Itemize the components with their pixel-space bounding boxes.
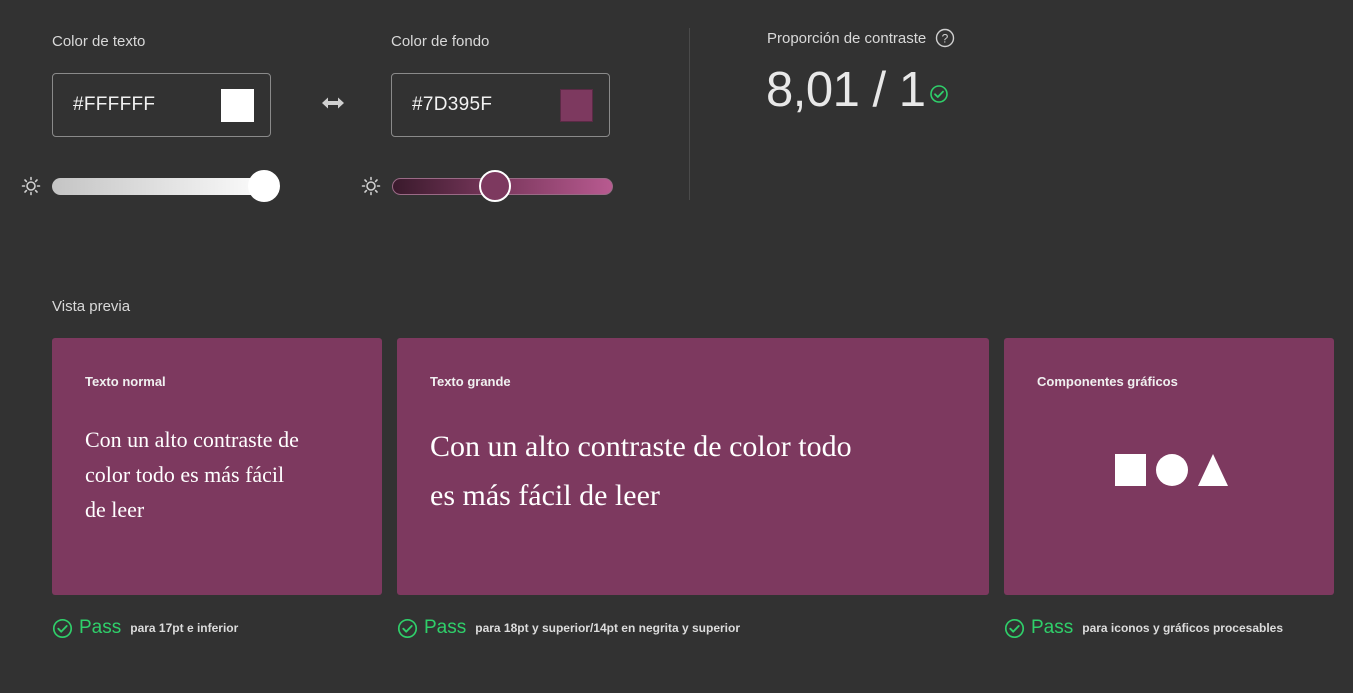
graphic-shapes	[1115, 454, 1228, 486]
pass-label: Pass	[424, 617, 467, 638]
pass-label: Pass	[1031, 617, 1074, 638]
svg-text:?: ?	[942, 32, 949, 46]
text-color-swatch[interactable]	[221, 89, 254, 122]
contrast-checker: Color de texto #FFFFFF Color de fondo #7…	[0, 0, 1353, 693]
sample-line: color todo es más fácil	[85, 462, 285, 487]
preview-card-normal-text: Texto normal Con un alto contraste de co…	[52, 338, 382, 595]
check-circle-icon	[1004, 618, 1025, 638]
sample-line: Con un alto contraste de color todo	[430, 430, 852, 463]
text-brightness-slider[interactable]	[52, 178, 278, 195]
help-circle-icon[interactable]: ?	[935, 28, 955, 48]
circle-shape	[1156, 454, 1188, 486]
square-shape	[1115, 454, 1146, 486]
pass-label: Pass	[79, 617, 122, 638]
preview-title: Vista previa	[52, 298, 131, 315]
check-circle-icon	[52, 618, 73, 638]
result-normal-text: Pass para 17pt e inferior	[52, 616, 238, 640]
sun-icon	[21, 176, 41, 196]
contrast-ratio-value: 8,01 / 1	[766, 63, 926, 117]
background-color-swatch[interactable]	[560, 89, 593, 122]
result-description: para 18pt y superior/14pt en negrita y s…	[475, 621, 740, 635]
card-title: Texto normal	[85, 374, 166, 389]
text-brightness-thumb[interactable]	[248, 170, 280, 202]
sun-icon	[361, 176, 381, 196]
sample-line: es más fácil de leer	[430, 479, 660, 512]
result-description: para 17pt e inferior	[130, 621, 239, 635]
preview-card-graphics: Componentes gráficos	[1004, 338, 1334, 595]
check-circle-icon	[930, 85, 948, 103]
background-color-field[interactable]: #7D395F	[391, 73, 610, 137]
swap-arrows-icon[interactable]	[318, 91, 348, 115]
card-title: Componentes gráficos	[1037, 374, 1178, 389]
contrast-ratio-label: Proporción de contraste	[767, 30, 927, 47]
result-graphics: Pass para iconos y gráficos procesables	[1004, 616, 1283, 640]
text-color-hex-input[interactable]: #FFFFFF	[73, 74, 155, 136]
card-title: Texto grande	[430, 374, 511, 389]
check-circle-icon	[397, 618, 418, 638]
sample-line: Con un alto contraste de	[85, 427, 299, 452]
preview-card-large-text: Texto grande Con un alto contraste de co…	[397, 338, 989, 595]
result-description: para iconos y gráficos procesables	[1082, 621, 1283, 635]
background-color-label: Color de fondo	[391, 33, 490, 50]
text-color-label: Color de texto	[52, 33, 146, 50]
vertical-divider	[689, 28, 690, 200]
triangle-shape	[1198, 454, 1228, 486]
background-brightness-thumb[interactable]	[479, 170, 511, 202]
card-sample-text: Con un alto contraste de color todo es m…	[85, 422, 299, 527]
background-color-hex-input[interactable]: #7D395F	[412, 74, 492, 136]
sample-line: de leer	[85, 497, 145, 522]
card-sample-text: Con un alto contraste de color todo es m…	[430, 422, 852, 520]
result-large-text: Pass para 18pt y superior/14pt en negrit…	[397, 616, 740, 640]
text-color-field[interactable]: #FFFFFF	[52, 73, 271, 137]
